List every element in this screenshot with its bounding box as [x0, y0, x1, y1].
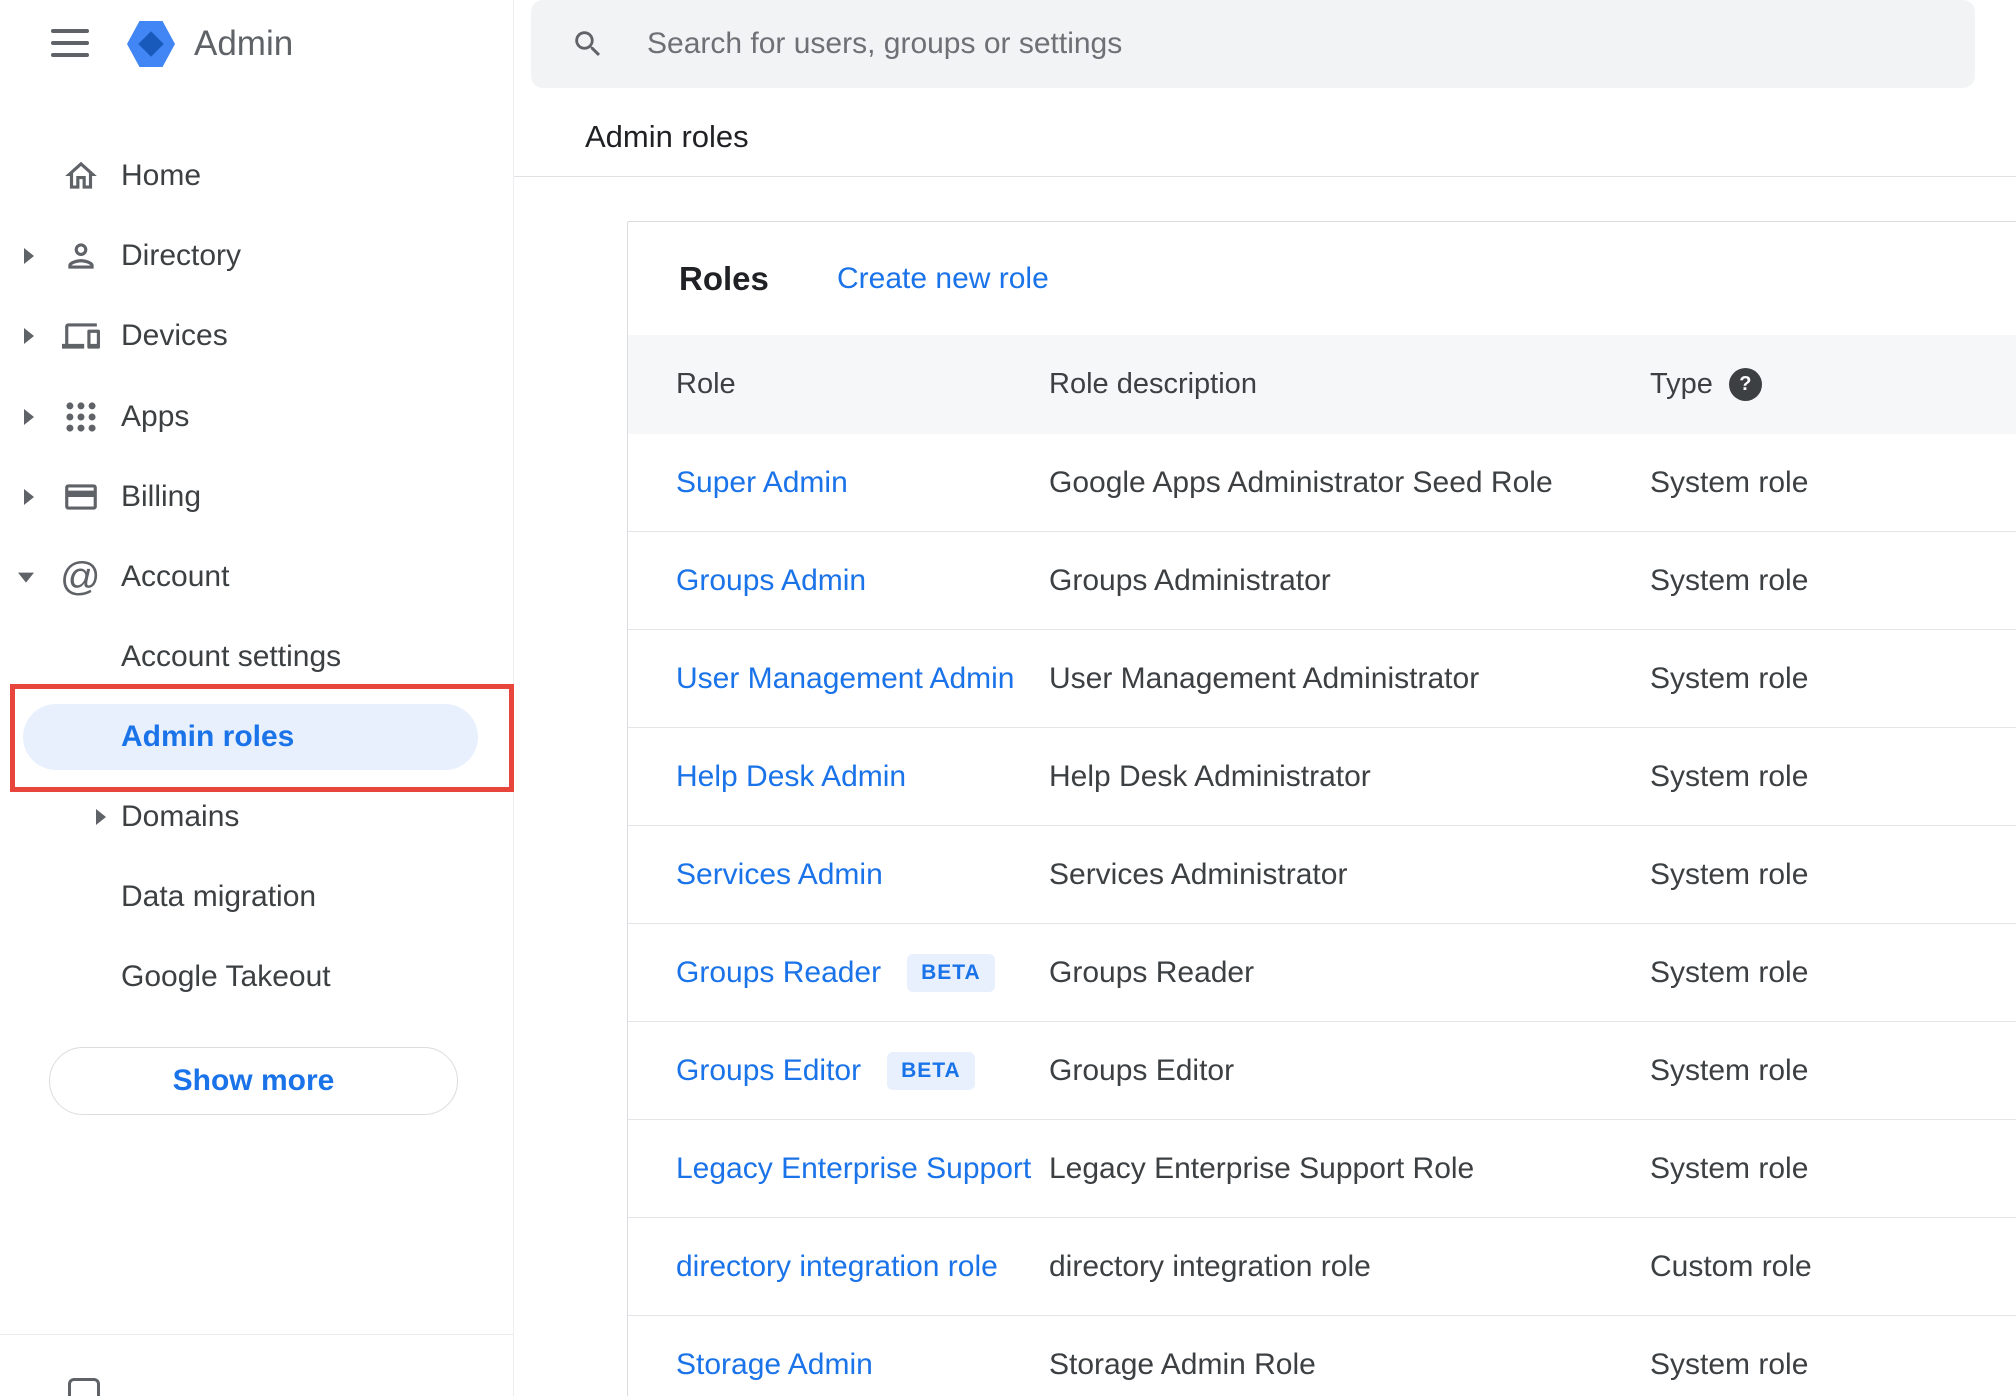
sidebar-item-label: Account settings	[121, 640, 342, 673]
menu-icon[interactable]	[51, 29, 89, 59]
role-link[interactable]: Groups Editor	[676, 1054, 861, 1088]
role-type: System role	[1650, 1347, 1809, 1381]
role-link[interactable]: Legacy Enterprise Support	[676, 1152, 1031, 1186]
table-row: Legacy Enterprise Support Legacy Enterpr…	[628, 1120, 2016, 1218]
role-description: Legacy Enterprise Support Role	[1049, 1151, 1475, 1185]
roles-panel-header: Roles Create new role	[628, 222, 2016, 335]
table-header-row: Role Role description Type ?	[628, 335, 2016, 434]
breadcrumb-divider	[514, 176, 2016, 177]
sidebar-header: Admin	[0, 0, 513, 88]
sidebar-bottom-divider	[0, 1334, 514, 1335]
search-input[interactable]	[647, 14, 1975, 74]
apps-grid-icon	[62, 398, 100, 436]
role-link[interactable]: Groups Admin	[676, 564, 866, 598]
role-description: Groups Reader	[1049, 955, 1255, 989]
role-type: Custom role	[1650, 1249, 1812, 1283]
table-row: Services Admin Services Administrator Sy…	[628, 826, 2016, 924]
sidebar-item-label: Apps	[121, 400, 190, 433]
sidebar-item-google-takeout[interactable]: Google Takeout	[0, 937, 513, 1017]
role-link[interactable]: Services Admin	[676, 858, 883, 892]
expand-arrow-icon[interactable]	[24, 489, 34, 505]
role-description: User Management Administrator	[1049, 661, 1480, 695]
sidebar-item-label: Google Takeout	[121, 960, 331, 993]
role-type: System role	[1650, 857, 1809, 891]
devices-icon	[62, 317, 100, 355]
table-row: User Management Admin User Management Ad…	[628, 630, 2016, 728]
column-header-description: Role description	[1049, 368, 1257, 400]
sidebar-item-billing[interactable]: Billing	[0, 457, 513, 537]
role-description: Services Administrator	[1049, 857, 1348, 891]
sidebar-item-domains[interactable]: Domains	[0, 777, 513, 857]
table-row: Help Desk Admin Help Desk Administrator …	[628, 728, 2016, 826]
role-link[interactable]: Storage Admin	[676, 1348, 873, 1382]
help-icon[interactable]: ?	[1728, 368, 1762, 401]
role-link[interactable]: directory integration role	[676, 1250, 998, 1284]
sidebar-item-apps[interactable]: Apps	[0, 377, 513, 457]
role-description: directory integration role	[1049, 1249, 1371, 1283]
role-type: System role	[1650, 465, 1809, 499]
roles-panel: Roles Create new role Role Role descript…	[627, 221, 2016, 1396]
sidebar-item-label: Data migration	[121, 880, 317, 913]
role-description: Groups Administrator	[1049, 563, 1331, 597]
sidebar: Admin Home Directory Devices Apps Billin…	[0, 0, 514, 1396]
table-row: Groups Admin Groups Administrator System…	[628, 532, 2016, 630]
at-sign-icon: @	[60, 555, 101, 599]
table-row: directory integration role directory int…	[628, 1218, 2016, 1316]
credit-card-icon	[62, 478, 100, 516]
table-row: Groups Reader BETA Groups Reader System …	[628, 924, 2016, 1022]
role-type: System role	[1650, 661, 1809, 695]
breadcrumb[interactable]: Admin roles	[585, 119, 749, 155]
sidebar-item-account-settings[interactable]: Account settings	[0, 617, 513, 697]
role-link[interactable]: Groups Reader	[676, 956, 881, 990]
role-type: System role	[1650, 1151, 1809, 1185]
table-row: Groups Editor BETA Groups Editor System …	[628, 1022, 2016, 1120]
home-icon	[62, 157, 100, 195]
sidebar-item-label: Billing	[121, 480, 202, 513]
sidebar-item-admin-roles[interactable]: Admin roles	[0, 697, 513, 777]
collapse-arrow-icon[interactable]	[18, 572, 34, 583]
sidebar-item-label: Home	[121, 159, 202, 192]
expand-arrow-icon[interactable]	[24, 409, 34, 425]
role-type: System role	[1650, 955, 1809, 989]
role-description: Google Apps Administrator Seed Role	[1049, 465, 1553, 499]
sidebar-item-directory[interactable]: Directory	[0, 216, 513, 296]
beta-badge: BETA	[887, 1051, 975, 1090]
sidebar-item-data-migration[interactable]: Data migration	[0, 857, 513, 937]
role-link[interactable]: Super Admin	[676, 466, 848, 500]
expand-arrow-icon[interactable]	[24, 248, 34, 264]
sidebar-item-label: Domains	[121, 800, 240, 833]
sidebar-item-account[interactable]: @ Account	[0, 537, 513, 617]
sidebar-item-label: Devices	[121, 319, 228, 352]
role-type: System role	[1650, 759, 1809, 793]
search-bar[interactable]	[531, 0, 1975, 88]
create-new-role-link[interactable]: Create new role	[837, 262, 1049, 296]
beta-badge: BETA	[907, 953, 995, 992]
sidebar-item-devices[interactable]: Devices	[0, 296, 513, 376]
sidebar-item-label: Account	[121, 560, 230, 593]
support-icon[interactable]	[68, 1378, 100, 1396]
role-description: Storage Admin Role	[1049, 1347, 1316, 1381]
role-link[interactable]: Help Desk Admin	[676, 760, 906, 794]
role-description: Groups Editor	[1049, 1053, 1235, 1087]
search-icon	[571, 27, 605, 61]
person-icon	[62, 237, 100, 275]
role-description: Help Desk Administrator	[1049, 759, 1371, 793]
role-type: System role	[1650, 1053, 1809, 1087]
role-type: System role	[1650, 563, 1809, 597]
table-row: Storage Admin Storage Admin Role System …	[628, 1316, 2016, 1396]
column-header-role: Role	[676, 368, 736, 400]
roles-title: Roles	[679, 259, 769, 297]
sidebar-item-home[interactable]: Home	[0, 136, 513, 216]
expand-arrow-icon[interactable]	[96, 809, 106, 825]
sidebar-item-label: Directory	[121, 239, 242, 272]
admin-logo-icon	[127, 20, 175, 68]
expand-arrow-icon[interactable]	[24, 328, 34, 344]
column-header-type: Type ?	[1650, 368, 2016, 401]
role-link[interactable]: User Management Admin	[676, 662, 1015, 696]
table-row: Super Admin Google Apps Administrator Se…	[628, 434, 2016, 532]
app-title: Admin	[194, 24, 294, 63]
show-more-button[interactable]: Show more	[49, 1047, 458, 1115]
sidebar-item-label: Admin roles	[121, 720, 295, 753]
